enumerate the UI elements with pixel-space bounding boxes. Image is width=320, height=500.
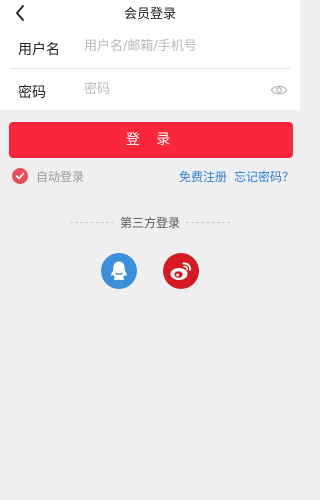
qq-icon [111,261,127,281]
password-input[interactable] [84,78,264,100]
top-bar: 会员登录 [0,0,300,26]
username-label: 用户名 [18,42,60,58]
login-form: 用户名 密码 [0,26,300,110]
third-party-title: 第三方登录 [120,216,181,230]
auto-login-option[interactable]: 自动登录 [12,167,84,185]
register-link[interactable]: 免费注册 [179,168,227,185]
forgot-password-link[interactable]: 忘记密码？ [234,168,294,185]
password-row: 密码 [0,69,300,111]
weibo-icon [170,262,191,280]
auto-login-checkbox[interactable] [12,168,28,184]
auto-login-label: 自动登录 [36,169,85,184]
password-label: 密码 [18,85,46,101]
divider-line-right [186,222,231,223]
page-title: 会员登录 [123,7,176,22]
weibo-login-button[interactable] [163,253,199,289]
qq-login-button[interactable] [101,253,137,289]
eye-icon[interactable] [270,81,288,99]
divider-line-left [70,222,114,223]
check-icon [15,172,25,180]
username-input[interactable] [84,35,264,57]
login-button[interactable]: 登 录 [9,122,293,158]
third-party-divider: 第三方登录 [70,214,231,231]
username-row: 用户名 [0,26,300,68]
